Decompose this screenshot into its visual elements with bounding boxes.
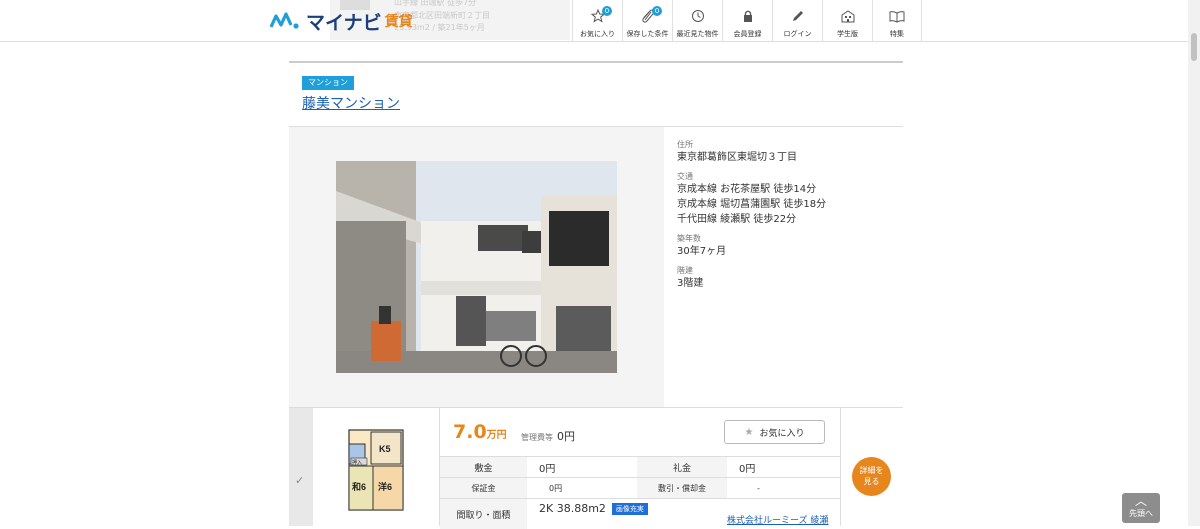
- view-details-button[interactable]: 詳細を見る: [852, 457, 891, 496]
- nav-label: 会員登録: [733, 30, 762, 38]
- scrollbar-thumb[interactable]: [1191, 33, 1197, 61]
- info-access: 交通 京成本線 お花茶屋駅 徒歩14分 京成本線 堀切菖蒲園駅 徒歩18分 千代…: [677, 171, 826, 227]
- nav-login[interactable]: ログイン: [772, 0, 822, 42]
- nav-label: 特集: [890, 30, 904, 38]
- term-key: 礼金: [637, 457, 727, 477]
- book-icon: [889, 11, 905, 23]
- image-rich-badge: 画像充実: [611, 503, 648, 515]
- floorplan-label: K5: [379, 444, 391, 454]
- term-value: 0円: [549, 483, 563, 493]
- nav-label: 最近見た物件: [676, 30, 719, 38]
- floorplan-label: 洋6: [378, 481, 392, 492]
- star-icon: ★: [744, 426, 754, 438]
- property-info: 住所 東京都葛飾区東堀切３丁目 交通 京成本線 お花茶屋駅 徒歩14分 京成本線…: [677, 139, 826, 297]
- info-age: 築年数 30年7ヶ月: [677, 233, 826, 259]
- info-value: 3階建: [677, 278, 704, 289]
- floorplan-label: 和6: [351, 481, 366, 492]
- layout-value: 2K 38.88m2 画像充実: [527, 499, 648, 515]
- info-key: 交通: [677, 172, 693, 181]
- info-value: 30年7ヶ月: [677, 246, 727, 257]
- ghost-line: 山手線 田端駅 徒歩7分: [394, 0, 477, 7]
- term-value: -: [757, 483, 760, 493]
- back-to-top-button[interactable]: ︿ 先頭へ: [1122, 493, 1160, 523]
- header-nav: 0 お気に入り 0 保存した条件 最近見た物件 会員登録 ログイン 学生版 特集: [572, 0, 922, 42]
- add-favorite-button[interactable]: ★ お気に入り: [724, 420, 825, 444]
- lock-icon: [743, 10, 752, 22]
- term-key: 間取り・面積: [440, 499, 527, 529]
- school-icon: [841, 10, 854, 23]
- favorite-label: お気に入り: [759, 428, 805, 439]
- term-value: 0円: [739, 463, 756, 475]
- table-row: 敷金 0円 礼金 0円: [440, 456, 840, 477]
- page-scrollbar[interactable]: [1188, 0, 1200, 526]
- term-key: 保証金: [440, 478, 527, 498]
- info-floors: 階建 3階建: [677, 265, 826, 291]
- nav-register[interactable]: 会員登録: [722, 0, 772, 42]
- nav-label: 学生版: [837, 30, 858, 38]
- totop-label: 先頭へ: [1129, 509, 1153, 518]
- check-icon: ✓: [295, 474, 305, 487]
- agent-link[interactable]: 株式会社ルーミーズ 綾瀬: [727, 513, 828, 526]
- info-key: 階建: [677, 266, 693, 275]
- logo-mark-icon: [270, 12, 299, 29]
- floorplan-label: 押入: [352, 459, 362, 466]
- pen-icon: [792, 11, 803, 21]
- term-key: 敷金: [440, 457, 527, 477]
- details-label: 詳細を見る: [859, 466, 884, 486]
- property-name-link[interactable]: 藤美マンション: [302, 93, 400, 113]
- floorplan-image[interactable]: K5 和6 洋6 押入: [345, 418, 407, 516]
- nav-saved-conditions[interactable]: 0 保存した条件: [622, 0, 672, 42]
- term-value: 0円: [539, 463, 556, 475]
- info-key: 住所: [677, 140, 693, 149]
- table-row: 保証金 0円 敷引・償却金 -: [440, 477, 840, 498]
- mgmt-value: 0円: [557, 430, 575, 443]
- rent-price: 7.0万円: [453, 421, 507, 443]
- saved-badge: 0: [652, 6, 662, 16]
- mgmt-label: 管理費等: [521, 433, 553, 442]
- category-tag: マンション: [302, 76, 354, 90]
- nav-recent[interactable]: 最近見た物件: [672, 0, 722, 42]
- unit-check[interactable]: ✓: [289, 408, 313, 526]
- nav-label: ログイン: [783, 30, 812, 38]
- nav-features[interactable]: 特集: [872, 0, 922, 42]
- info-value: 京成本線 堀切菖蒲園駅 徒歩18分: [677, 199, 827, 210]
- site-logo[interactable]: マイナビ 賃貸: [270, 9, 413, 34]
- property-photo[interactable]: [336, 161, 617, 373]
- rent-unit: 万円: [486, 430, 507, 441]
- logo-brand: マイナビ: [306, 11, 382, 34]
- management-fee: 管理費等 0円: [521, 428, 575, 444]
- info-value: 京成本線 お花茶屋駅 徒歩14分: [677, 184, 817, 195]
- info-key: 築年数: [677, 234, 701, 243]
- term-key: 敷引・償却金: [637, 478, 727, 498]
- rent-value: 7.0: [453, 421, 487, 443]
- nav-favorites[interactable]: 0 お気に入り: [572, 0, 622, 42]
- building-photo-illustration: [336, 161, 617, 373]
- section-divider: [289, 61, 903, 63]
- nav-label: 保存した条件: [626, 30, 669, 38]
- info-value: 千代田線 綾瀬駅 徒歩22分: [677, 214, 797, 225]
- logo-suffix: 賃貸: [384, 14, 413, 30]
- clock-icon: [691, 10, 704, 22]
- site-header: 山手線 田端駅 徒歩7分 東京都北区田端新町２丁目 25.93m2 / 築21年…: [0, 0, 1188, 42]
- chevron-up-icon: ︿: [1134, 494, 1147, 508]
- info-value: 東京都葛飾区東堀切３丁目: [677, 152, 797, 163]
- nav-label: お気に入り: [580, 30, 615, 38]
- info-address: 住所 東京都葛飾区東堀切３丁目: [677, 139, 826, 165]
- layout-text: 2K 38.88m2: [539, 502, 606, 515]
- favorites-badge: 0: [602, 6, 612, 16]
- nav-student[interactable]: 学生版: [822, 0, 872, 42]
